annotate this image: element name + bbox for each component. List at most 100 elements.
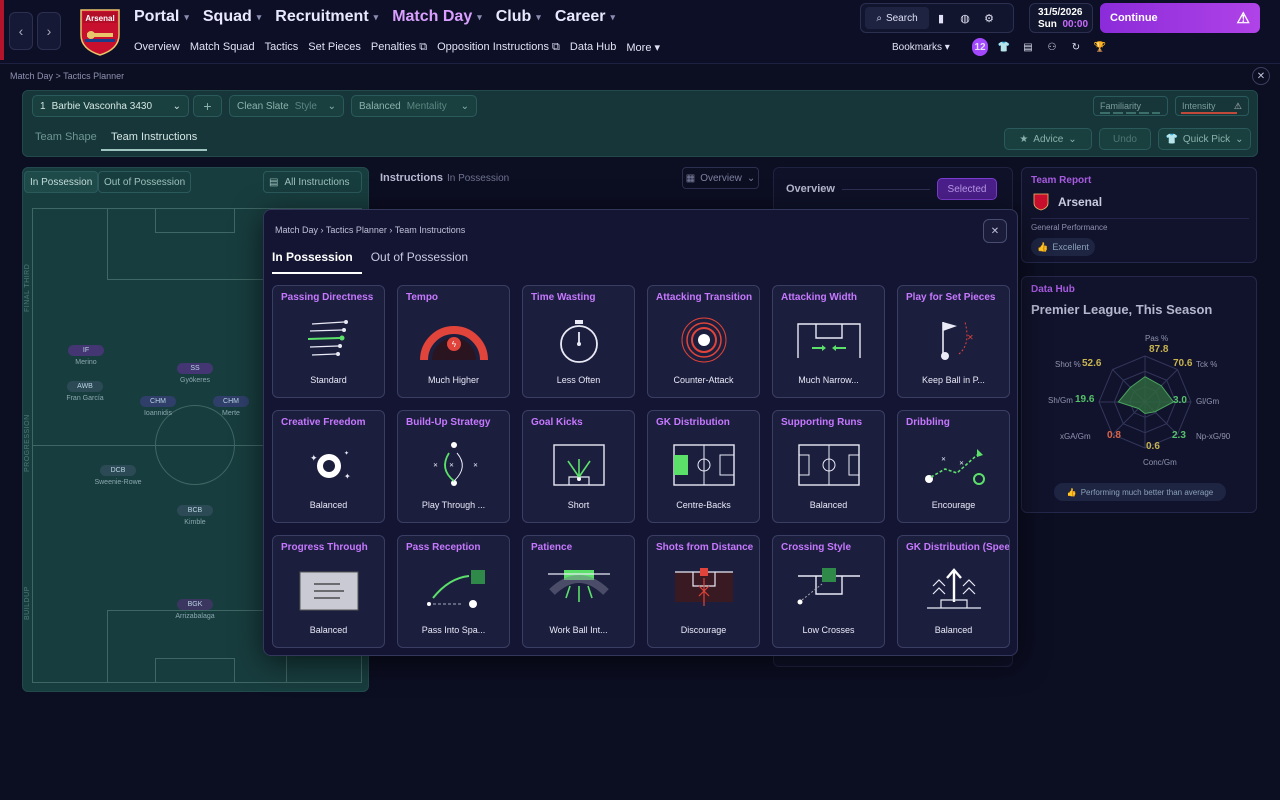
mentality-selector[interactable]: Balanced Mentality ⌄ [351, 95, 477, 117]
trophy-icon[interactable]: 🏆 [1092, 38, 1108, 56]
instruction-tile[interactable]: Crossing Style Low Crosses [772, 535, 885, 648]
instruction-tile[interactable]: GK Distribution Centre-Backs [647, 410, 760, 523]
instruction-tile[interactable]: Tempo ϟ Much Higher [397, 285, 510, 398]
instruction-tile[interactable]: Passing Directness Standard [272, 285, 385, 398]
player-position-badge[interactable]: BCB [177, 505, 213, 516]
refresh-icon[interactable]: ↻ [1068, 38, 1084, 56]
subnav-data-hub[interactable]: Data Hub [570, 41, 616, 54]
pitch-tab-out-of-possession[interactable]: Out of Possession [98, 171, 192, 193]
close-page-button[interactable]: ✕ [1252, 67, 1270, 85]
subnav-opposition-instructions[interactable]: Opposition Instructions ⧉ [437, 41, 560, 54]
nav-recruitment[interactable]: Recruitment ▾ [275, 8, 378, 26]
progress-through-icon [299, 571, 359, 611]
bookmarks-menu[interactable]: Bookmarks ▾ [892, 42, 950, 53]
player-position-badge[interactable]: SS [177, 363, 213, 374]
club-color-strip [0, 0, 4, 60]
svg-text:✕: ✕ [449, 463, 454, 469]
subnav-overview[interactable]: Overview [134, 41, 180, 54]
tab-team-shape[interactable]: Team Shape [35, 131, 97, 143]
undo-button[interactable]: Undo [1099, 128, 1151, 150]
attacking-width-icon [797, 323, 861, 358]
instruction-tile[interactable]: Patience Work Ball Int... [522, 535, 635, 648]
instruction-value: Less Often [556, 375, 601, 385]
subnav-penalties[interactable]: Penalties ⧉ [371, 41, 427, 54]
instruction-tile[interactable]: Creative Freedom ✦ ✦ ✦ Balanced [272, 410, 385, 523]
back-button[interactable]: ‹ [9, 12, 33, 50]
player-name: Kimble [184, 519, 206, 526]
nav-club[interactable]: Club ▾ [496, 8, 541, 26]
instruction-tile[interactable]: Dribbling ✕ ✕ Encourage [897, 410, 1010, 523]
forward-button[interactable]: › [37, 12, 61, 50]
subnav-more[interactable]: More ▾ [626, 41, 660, 54]
pitch-tab-in-possession[interactable]: In Possession [24, 171, 99, 193]
crumb-item: Team Instructions [394, 225, 466, 235]
club-crest-icon[interactable]: Arsenal [77, 7, 123, 57]
player-name: Ioannidis [143, 410, 173, 417]
instruction-tile[interactable]: Shots from Distance Discourage [647, 535, 760, 648]
modal-tab-out-of-possession[interactable]: Out of Possession [371, 250, 477, 274]
instruction-value: Much Narrow... [798, 375, 859, 385]
view-select[interactable]: ▦ Overview ⌄ [682, 167, 759, 189]
people-icon[interactable]: ⚇ [1044, 38, 1060, 56]
nav-portal[interactable]: Portal ▾ [134, 8, 189, 26]
continue-button[interactable]: Continue ⚠ [1100, 3, 1260, 33]
style-selector[interactable]: Clean Slate Style ⌄ [229, 95, 344, 117]
instruction-title: Creative Freedom [281, 417, 366, 428]
bookmark-icon[interactable]: ▮ [929, 7, 953, 29]
gear-icon[interactable]: ⚙ [977, 7, 1001, 29]
add-tactic-button[interactable]: + [193, 95, 222, 117]
selected-button[interactable]: Selected [937, 178, 997, 200]
player-position-badge[interactable]: CHM [213, 396, 249, 407]
instruction-title: Tempo [406, 292, 439, 303]
instruction-tile[interactable]: Time Wasting Less Often [522, 285, 635, 398]
player-position-badge[interactable]: CHM [140, 396, 176, 407]
instruction-tile[interactable]: Attacking Width Much Narrow... [772, 285, 885, 398]
instruction-tile[interactable]: Goal Kicks Short [522, 410, 635, 523]
advice-button[interactable]: ★ Advice ⌄ [1004, 128, 1092, 150]
thumbs-up-icon: 👍 [1037, 241, 1049, 252]
chevron-left-icon: ‹ [18, 23, 24, 39]
instruction-tile[interactable]: Pass Reception Pass Into Spa... [397, 535, 510, 648]
player-position-badge[interactable]: DCB [100, 465, 136, 476]
shirt-icon[interactable]: 👕 [996, 38, 1012, 56]
subnav-label: Penalties [370, 41, 417, 53]
player-position-badge[interactable]: IF [68, 345, 104, 356]
mentality-value: Balanced [359, 100, 401, 112]
crumb-item[interactable]: Tactics Planner [326, 225, 387, 235]
tactic-selector[interactable]: 1 Barbie Vasconha 3430 ⌄ [32, 95, 189, 117]
modal-tab-in-possession[interactable]: In Possession [272, 250, 362, 274]
crumb-item[interactable]: Match Day [275, 225, 318, 235]
subnav-label: Opposition Instructions [437, 41, 549, 53]
instruction-tile[interactable]: GK Distribution (Speed Balanced [897, 535, 1010, 648]
subnav-tactics[interactable]: Tactics [265, 41, 299, 54]
subnav-set-pieces[interactable]: Set Pieces [308, 41, 361, 54]
player-position-badge[interactable]: AWB [67, 381, 103, 392]
quick-pick-button[interactable]: 👕 Quick Pick ⌄ [1158, 128, 1251, 150]
chevron-down-icon: ▾ [256, 11, 262, 22]
general-performance-label: General Performance [1031, 223, 1108, 232]
external-link-icon: ⧉ [552, 41, 560, 53]
instruction-tile[interactable]: Supporting Runs Balanced [772, 410, 885, 523]
search-button[interactable]: ⌕ Search [865, 7, 929, 29]
instruction-tile[interactable]: Attacking Transition Counter-Attack [647, 285, 760, 398]
instruction-tile[interactable]: Progress Through Balanced [272, 535, 385, 648]
subnav-match-squad[interactable]: Match Squad [190, 41, 255, 54]
player-position-badge[interactable]: BGK [177, 599, 213, 610]
instruction-tile[interactable]: Play for Set Pieces ✕ Keep Ball in P... [897, 285, 1010, 398]
nav-match-day[interactable]: Match Day ▾ [392, 8, 482, 26]
svg-text:✕: ✕ [959, 461, 964, 467]
familiarity-label: Familiarity [1100, 101, 1142, 111]
clipboard-icon[interactable]: ▤ [1020, 38, 1036, 56]
football-icon[interactable]: ◍ [953, 7, 977, 29]
nav-label: Career [554, 8, 606, 25]
tempo-gauge-icon: ϟ [420, 326, 488, 361]
nav-squad[interactable]: Squad ▾ [203, 8, 261, 26]
nav-career[interactable]: Career ▾ [555, 8, 615, 26]
instruction-title: Play for Set Pieces [906, 292, 996, 303]
all-instructions-button[interactable]: ▤ All Instructions [263, 171, 362, 193]
instruction-tile[interactable]: Build-Up Strategy ✕ ✕ ✕ Play Through ... [397, 410, 510, 523]
close-modal-button[interactable]: ✕ [983, 219, 1007, 243]
divider [1031, 218, 1249, 219]
tab-team-instructions[interactable]: Team Instructions [101, 131, 208, 151]
notifications-badge[interactable]: 12 [972, 38, 988, 56]
